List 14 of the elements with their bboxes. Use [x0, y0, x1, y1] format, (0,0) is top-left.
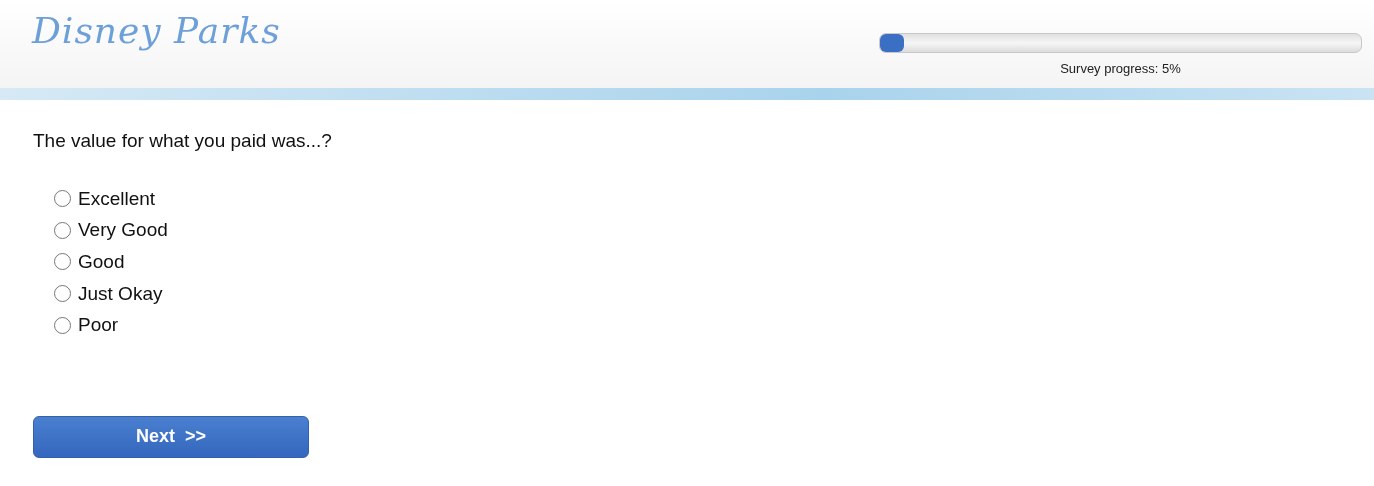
radio-option[interactable]: Excellent — [54, 187, 1341, 211]
radio-option[interactable]: Just Okay — [54, 281, 1341, 306]
radio-option[interactable]: Poor — [54, 313, 1341, 337]
radio-option[interactable]: Very Good — [54, 218, 1341, 243]
radio-option[interactable]: Good — [54, 250, 1341, 274]
radio-icon[interactable] — [54, 316, 71, 334]
next-button[interactable]: Next >> — [33, 415, 309, 458]
radio-icon[interactable] — [54, 190, 71, 208]
logo: Disney Parks — [32, 9, 281, 53]
question-text: The value for what you paid was...? — [33, 130, 333, 152]
radio-icon[interactable] — [54, 285, 71, 303]
progress-label: Survey progress: 5% — [1060, 61, 1181, 76]
radio-icon[interactable] — [54, 253, 71, 271]
radio-icon[interactable] — [54, 221, 71, 239]
